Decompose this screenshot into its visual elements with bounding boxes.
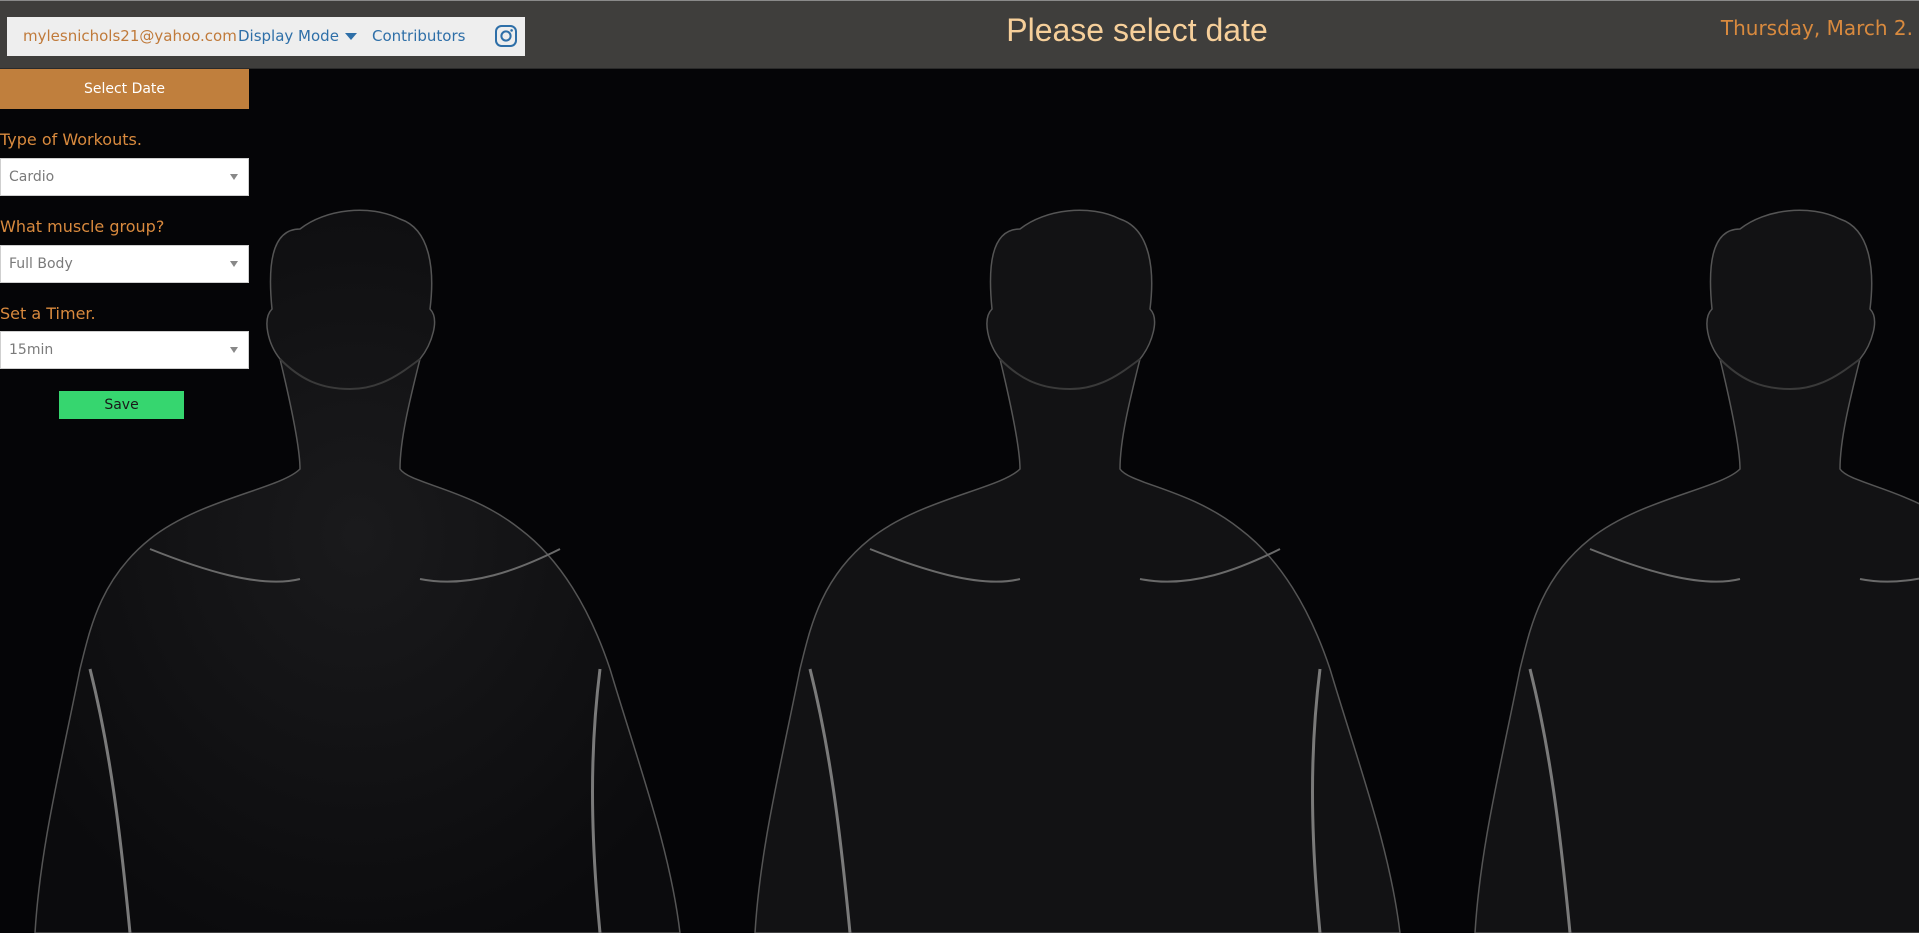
timer-label: Set a Timer. bbox=[0, 304, 96, 323]
caret-down-icon bbox=[230, 347, 238, 353]
select-date-button[interactable]: Select Date bbox=[0, 69, 249, 109]
background-image bbox=[0, 69, 1919, 933]
caret-down-icon bbox=[230, 261, 238, 267]
athlete-silhouette-image bbox=[34, 209, 681, 933]
workout-type-select[interactable]: Cardio bbox=[0, 158, 249, 196]
top-navbar: mylesnichols21@yahoo.com Display Mode Co… bbox=[0, 0, 1919, 69]
workout-type-value: Cardio bbox=[9, 169, 55, 185]
athlete-silhouette-image bbox=[1474, 209, 1919, 933]
user-email-link[interactable]: mylesnichols21@yahoo.com bbox=[23, 27, 237, 45]
save-button[interactable]: Save bbox=[59, 391, 184, 419]
display-mode-dropdown[interactable]: Display Mode bbox=[238, 27, 357, 45]
instagram-icon[interactable] bbox=[494, 24, 518, 48]
muscle-group-label: What muscle group? bbox=[0, 217, 165, 236]
timer-value: 15min bbox=[9, 342, 54, 358]
caret-down-icon bbox=[230, 174, 238, 180]
workout-type-label: Type of Workouts. bbox=[0, 130, 142, 149]
display-mode-label: Display Mode bbox=[238, 27, 339, 45]
nav-menu: mylesnichols21@yahoo.com Display Mode Co… bbox=[7, 17, 525, 56]
timer-select[interactable]: 15min bbox=[0, 331, 249, 369]
current-date: Thursday, March 2. bbox=[1720, 16, 1913, 40]
muscle-group-value: Full Body bbox=[9, 256, 73, 272]
contributors-link[interactable]: Contributors bbox=[372, 27, 465, 45]
caret-down-icon bbox=[344, 33, 357, 40]
muscle-group-select[interactable]: Full Body bbox=[0, 245, 249, 283]
athlete-silhouette-image bbox=[754, 209, 1401, 933]
